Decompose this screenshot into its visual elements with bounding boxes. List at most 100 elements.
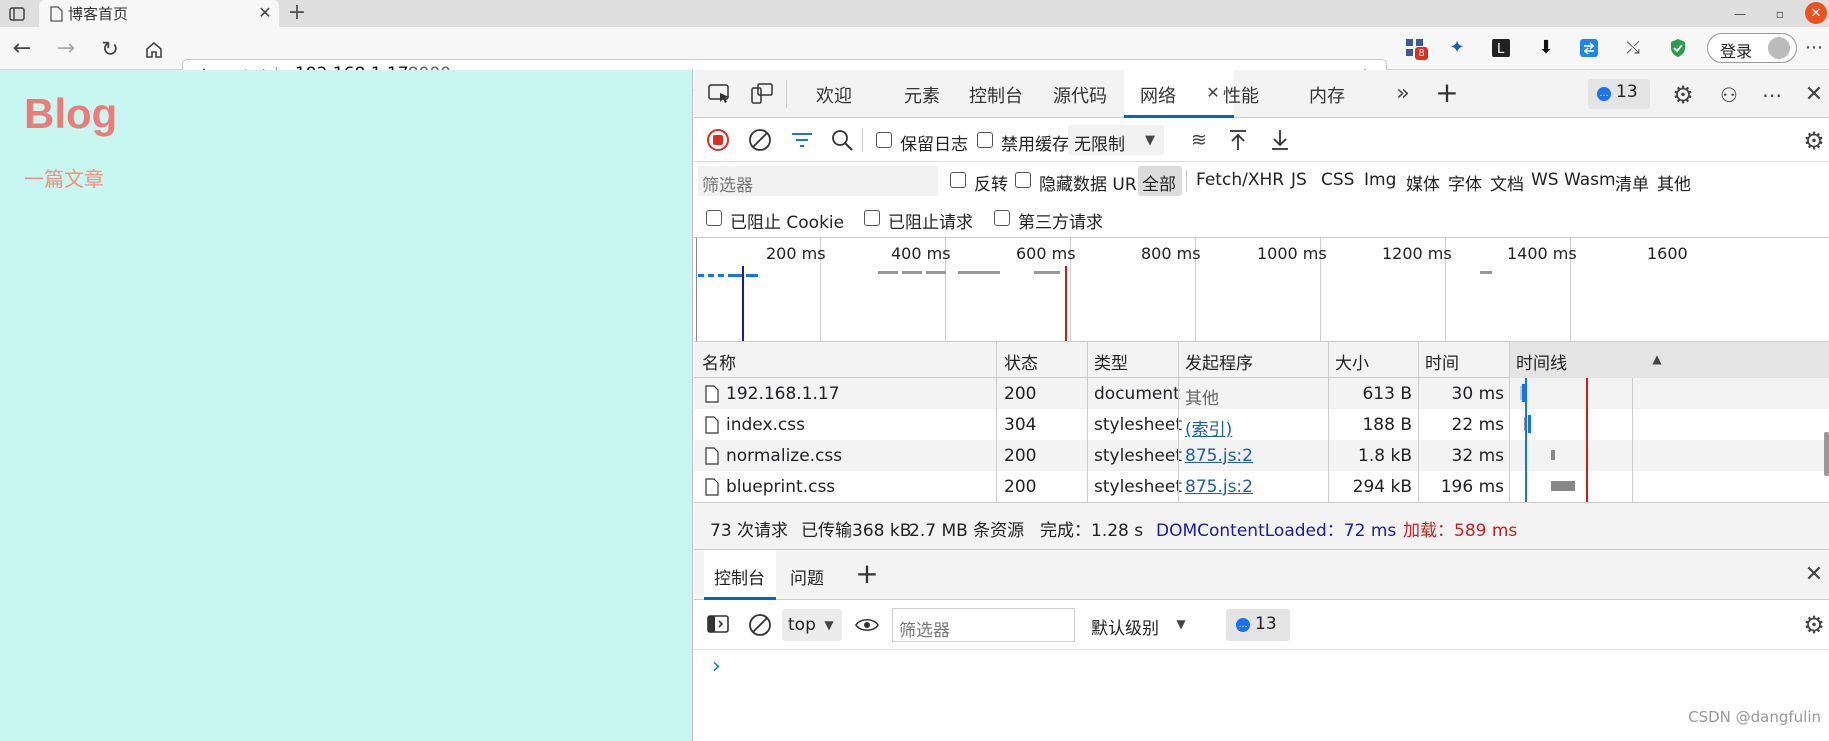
table-row[interactable]: 192.168.1.17 200 document 其他 613 B 30 ms bbox=[694, 378, 1829, 409]
clear-console-icon[interactable] bbox=[748, 613, 772, 637]
more-menu-icon[interactable]: ⋯ bbox=[1803, 37, 1825, 59]
row-initiator-link[interactable]: 875.js:2 bbox=[1185, 446, 1253, 466]
row-size: 613 B bbox=[1362, 384, 1412, 404]
col-size[interactable]: 大小 bbox=[1335, 349, 1369, 374]
type-other[interactable]: 其他 bbox=[1657, 170, 1691, 195]
live-expression-eye-icon[interactable] bbox=[854, 614, 880, 636]
home-icon[interactable] bbox=[142, 37, 166, 61]
console-issues-badge[interactable]: … 13 bbox=[1226, 609, 1290, 641]
col-type[interactable]: 类型 bbox=[1094, 349, 1128, 374]
clear-icon[interactable] bbox=[748, 128, 772, 152]
sidebar-toggle-icon[interactable] bbox=[706, 613, 730, 635]
tab-elements[interactable]: 元素 bbox=[904, 82, 940, 108]
load-line bbox=[1065, 266, 1067, 341]
close-devtools-icon[interactable]: ✕ bbox=[1801, 82, 1827, 108]
device-emulation-icon[interactable] bbox=[750, 82, 774, 106]
tab-console[interactable]: 控制台 bbox=[969, 82, 1023, 108]
throttle-select[interactable]: 无限制 ▼ bbox=[1068, 125, 1164, 155]
hide-data-url-checkbox[interactable] bbox=[1015, 172, 1031, 188]
tab-welcome[interactable]: 欢迎 bbox=[816, 82, 852, 108]
col-divider bbox=[1178, 342, 1179, 378]
type-manifest[interactable]: 清单 bbox=[1615, 170, 1649, 195]
third-party-checkbox[interactable] bbox=[994, 210, 1010, 226]
drawer-tab-issues[interactable]: 问题 bbox=[790, 564, 824, 589]
close-drawer-icon[interactable]: ✕ bbox=[1801, 562, 1827, 588]
record-icon[interactable] bbox=[706, 128, 730, 152]
invert-checkbox[interactable] bbox=[950, 172, 966, 188]
type-img[interactable]: Img bbox=[1364, 170, 1396, 190]
more-tabs-icon[interactable]: » bbox=[1391, 82, 1415, 106]
extension-grid-icon[interactable]: 8 bbox=[1402, 35, 1428, 61]
table-scrollbar[interactable] bbox=[1824, 432, 1829, 476]
tab-performance[interactable]: 性能 bbox=[1223, 82, 1259, 108]
network-conditions-icon[interactable]: ≋ bbox=[1186, 128, 1212, 152]
type-ws[interactable]: WS bbox=[1531, 170, 1559, 190]
type-doc[interactable]: 文档 bbox=[1490, 170, 1524, 195]
preserve-log-checkbox[interactable] bbox=[876, 132, 892, 148]
type-js[interactable]: JS bbox=[1291, 170, 1307, 190]
restore-icon[interactable]: ▫ bbox=[1770, 4, 1790, 24]
table-row[interactable]: normalize.css 200 stylesheet 875.js:2 1.… bbox=[694, 440, 1829, 471]
close-tab-icon[interactable]: ✕ bbox=[257, 5, 273, 21]
tab-network[interactable]: 网络 ✕ bbox=[1124, 70, 1234, 118]
type-media[interactable]: 媒体 bbox=[1406, 170, 1440, 195]
close-network-tab-icon[interactable]: ✕ bbox=[1204, 84, 1222, 102]
col-status[interactable]: 状态 bbox=[1004, 349, 1038, 374]
reload-icon[interactable]: ↻ bbox=[98, 37, 122, 61]
table-row[interactable]: index.css 304 stylesheet (索引) 188 B 22 m… bbox=[694, 409, 1829, 440]
type-fetch-xhr[interactable]: Fetch/XHR bbox=[1196, 170, 1284, 190]
log-level-select[interactable]: 默认级别 bbox=[1091, 614, 1159, 639]
type-css[interactable]: CSS bbox=[1321, 170, 1354, 190]
login-button[interactable]: 登录 bbox=[1707, 33, 1797, 63]
col-name[interactable]: 名称 bbox=[702, 349, 736, 374]
issues-badge[interactable]: … 13 bbox=[1588, 79, 1650, 109]
forward-icon[interactable]: → bbox=[54, 37, 78, 61]
row-time: 22 ms bbox=[1451, 415, 1504, 435]
article-link[interactable]: 一篇文章 bbox=[24, 163, 104, 192]
console-output[interactable]: › CSDN @dangfulin bbox=[694, 650, 1829, 741]
download-ext-icon[interactable]: ⬇ bbox=[1535, 37, 1557, 59]
settings-icon[interactable]: ⚙ bbox=[1670, 82, 1696, 108]
row-initiator-link[interactable]: 875.js:2 bbox=[1185, 477, 1253, 497]
blocked-cookies-checkbox[interactable] bbox=[706, 210, 722, 226]
filter-input[interactable]: 筛选器 bbox=[698, 166, 938, 196]
customize-icon[interactable]: ⚇ bbox=[1716, 82, 1742, 108]
col-timeline[interactable]: 时间线 ▲ bbox=[1510, 342, 1829, 378]
console-filter-input[interactable]: 筛选器 bbox=[892, 608, 1075, 642]
extension-chart-icon[interactable]: ⤯ bbox=[1622, 37, 1644, 59]
col-time[interactable]: 时间 bbox=[1425, 349, 1459, 374]
close-window-icon[interactable]: ✕ bbox=[1805, 2, 1827, 24]
extension-l-icon[interactable]: L bbox=[1490, 37, 1512, 59]
tab-blog-home[interactable]: 博客首页 ✕ bbox=[39, 0, 279, 27]
extension-bird-icon[interactable]: ✦ bbox=[1446, 37, 1468, 59]
add-tab-icon[interactable]: + bbox=[1434, 79, 1460, 107]
search-icon[interactable] bbox=[830, 128, 854, 152]
drawer-tab-console[interactable]: 控制台 bbox=[704, 550, 776, 600]
import-har-icon[interactable] bbox=[1226, 128, 1250, 152]
table-row[interactable]: blueprint.css 200 stylesheet 875.js:2 29… bbox=[694, 471, 1829, 502]
col-initiator[interactable]: 发起程序 bbox=[1185, 349, 1253, 374]
filter-icon[interactable] bbox=[790, 128, 814, 152]
new-tab-icon[interactable]: + bbox=[287, 2, 307, 24]
row-initiator-link[interactable]: (索引) bbox=[1185, 415, 1232, 440]
extension-swap-icon[interactable] bbox=[1578, 37, 1600, 59]
minimize-icon[interactable]: — bbox=[1730, 4, 1750, 24]
context-select[interactable]: top ▼ bbox=[782, 609, 842, 641]
devtools-menu-icon[interactable]: ⋯ bbox=[1759, 82, 1785, 108]
type-wasm[interactable]: Wasm bbox=[1564, 170, 1616, 190]
drawer-add-tab-icon[interactable]: + bbox=[854, 560, 880, 588]
type-all-button[interactable]: 全部 bbox=[1138, 166, 1182, 196]
back-icon[interactable]: ← bbox=[10, 37, 34, 61]
tab-sources[interactable]: 源代码 bbox=[1053, 82, 1107, 108]
tab-actions-icon[interactable] bbox=[8, 5, 26, 23]
disable-cache-checkbox[interactable] bbox=[977, 132, 993, 148]
type-font[interactable]: 字体 bbox=[1448, 170, 1482, 195]
blocked-requests-checkbox[interactable] bbox=[864, 210, 880, 226]
tab-memory[interactable]: 内存 bbox=[1309, 82, 1345, 108]
extension-shield-icon[interactable] bbox=[1667, 37, 1689, 59]
console-settings-icon[interactable]: ⚙ bbox=[1801, 612, 1827, 638]
inspect-icon[interactable] bbox=[708, 83, 732, 105]
blocked-requests-label: 已阻止请求 bbox=[888, 213, 973, 233]
export-har-icon[interactable] bbox=[1268, 128, 1292, 152]
network-settings-icon[interactable]: ⚙ bbox=[1801, 128, 1827, 154]
